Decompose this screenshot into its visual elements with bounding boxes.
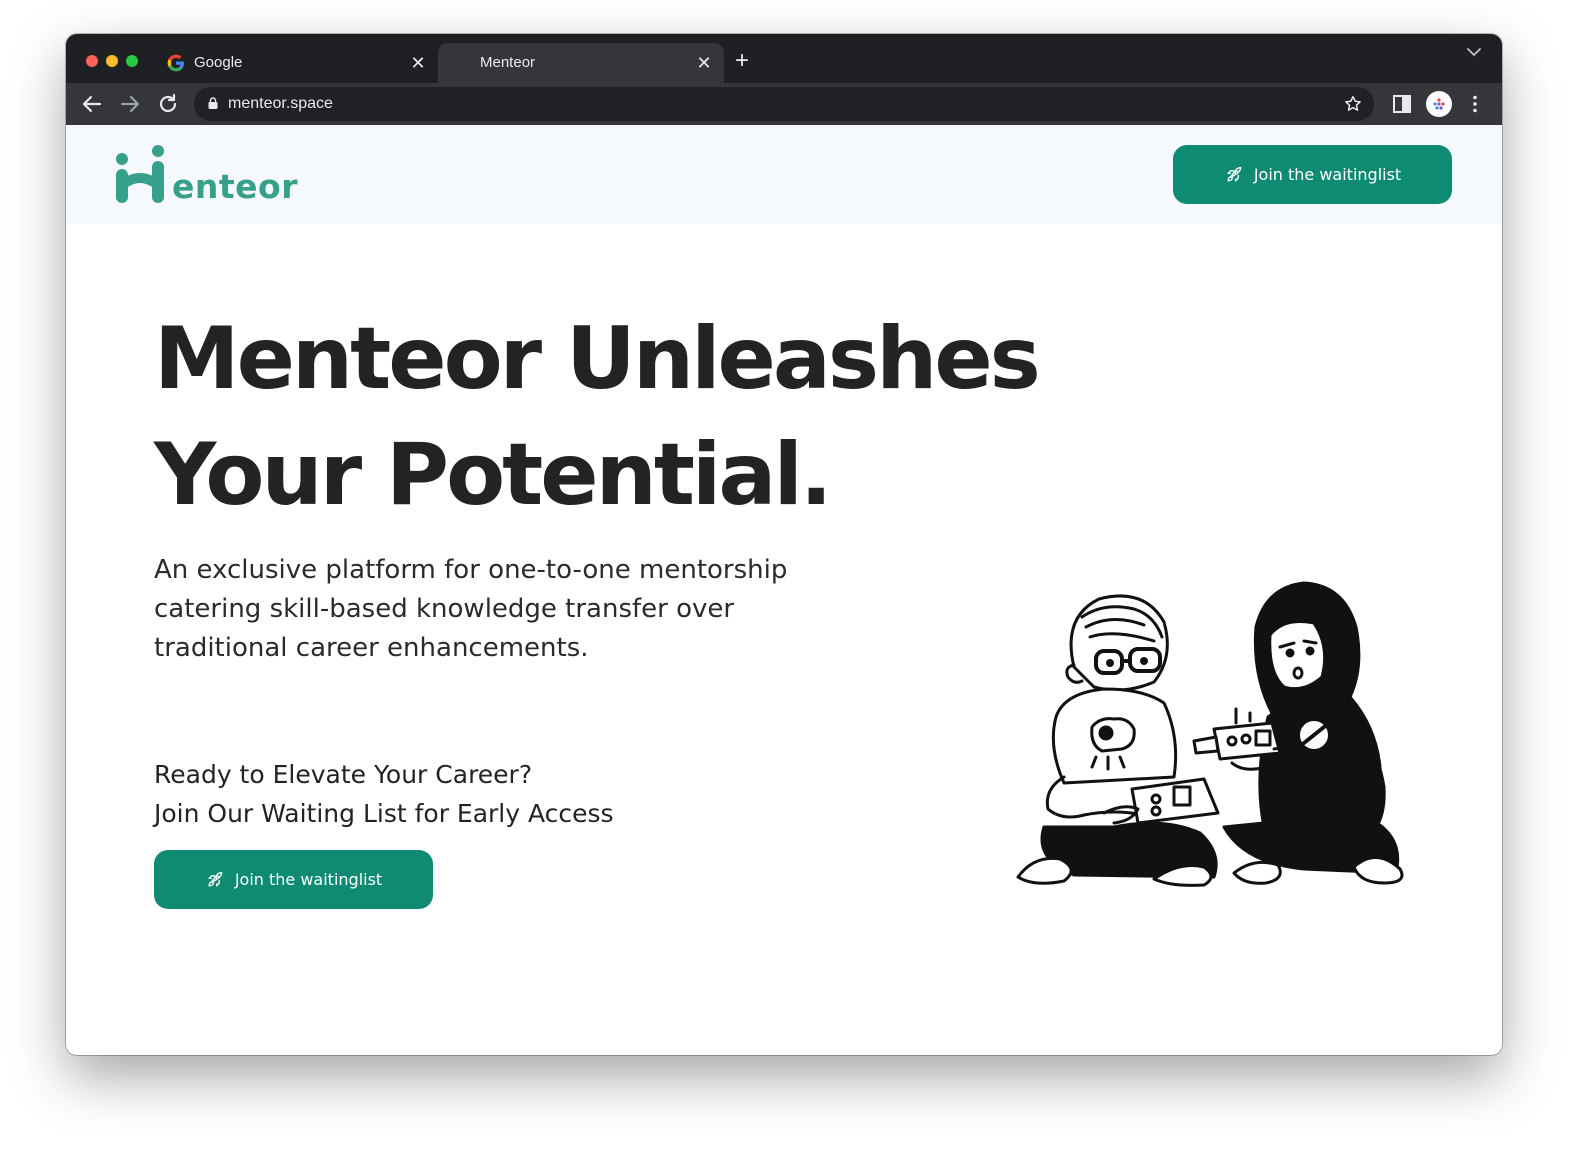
address-bar[interactable]: menteor.space xyxy=(194,87,1374,121)
hero-description: An exclusive platform for one-to-one men… xyxy=(154,555,788,663)
close-tab-icon[interactable]: ✕ xyxy=(692,51,716,75)
join-waitinglist-nav-label: Join the waitinglist xyxy=(1253,165,1402,184)
tab-menteor[interactable]: Menteor ✕ xyxy=(438,43,724,83)
close-window-button[interactable] xyxy=(86,55,98,67)
cta-heading-line1: Ready to Elevate Your Career? xyxy=(154,760,533,789)
tab-title-menteor: Menteor xyxy=(480,54,536,71)
more-options-icon[interactable] xyxy=(1464,93,1486,115)
menteor-logo-mark xyxy=(116,145,164,203)
hero-title-line1: Menteor Unleashes xyxy=(154,309,1041,409)
browser-window: Google ✕ Menteor ✕ + menteor.space enteo… xyxy=(66,34,1502,1055)
page-content: enteor Join the waitinglist Menteor Unle… xyxy=(66,125,1502,1055)
forward-arrow-icon[interactable] xyxy=(118,92,142,116)
minimize-window-button[interactable] xyxy=(106,55,118,67)
cta-heading: Ready to Elevate Your Career? Join Our W… xyxy=(154,755,854,833)
new-tab-button[interactable]: + xyxy=(730,49,754,73)
side-panel-icon[interactable] xyxy=(1391,93,1413,115)
chevron-down-icon[interactable] xyxy=(1464,42,1484,62)
tab-strip: Google ✕ Menteor ✕ + xyxy=(66,34,1502,83)
mentorship-illustration xyxy=(1016,581,1404,887)
close-tab-icon[interactable]: ✕ xyxy=(406,51,430,75)
join-waitinglist-cta-label: Join the waitinglist xyxy=(234,870,383,889)
browser-toolbar: menteor.space xyxy=(66,83,1502,125)
logo-wordmark: enteor xyxy=(172,167,298,206)
cta-heading-line2: Join Our Waiting List for Early Access xyxy=(154,799,614,828)
google-g-icon xyxy=(167,54,184,72)
profile-avatar[interactable] xyxy=(1426,91,1452,117)
menteor-logo[interactable]: enteor xyxy=(114,145,304,207)
site-navbar: enteor Join the waitinglist xyxy=(66,125,1502,224)
bookmark-star-icon[interactable] xyxy=(1342,93,1364,115)
maximize-window-button[interactable] xyxy=(126,55,138,67)
back-arrow-icon[interactable] xyxy=(80,92,104,116)
tab-title-google: Google xyxy=(194,54,243,71)
hero-title: Menteor Unleashes Your Potential. xyxy=(154,301,1154,533)
tab-google[interactable]: Google ✕ xyxy=(152,43,438,83)
rocket-icon xyxy=(208,871,223,886)
url-text: menteor.space xyxy=(228,95,333,112)
lock-icon xyxy=(208,97,218,109)
reload-icon[interactable] xyxy=(156,92,180,116)
join-waitinglist-nav-button[interactable]: Join the waitinglist xyxy=(1173,145,1452,204)
rocket-icon xyxy=(1227,166,1242,181)
hero-title-line2: Your Potential. xyxy=(154,425,833,525)
profile-icon xyxy=(1433,98,1445,110)
join-waitinglist-cta-button[interactable]: Join the waitinglist xyxy=(154,850,433,909)
